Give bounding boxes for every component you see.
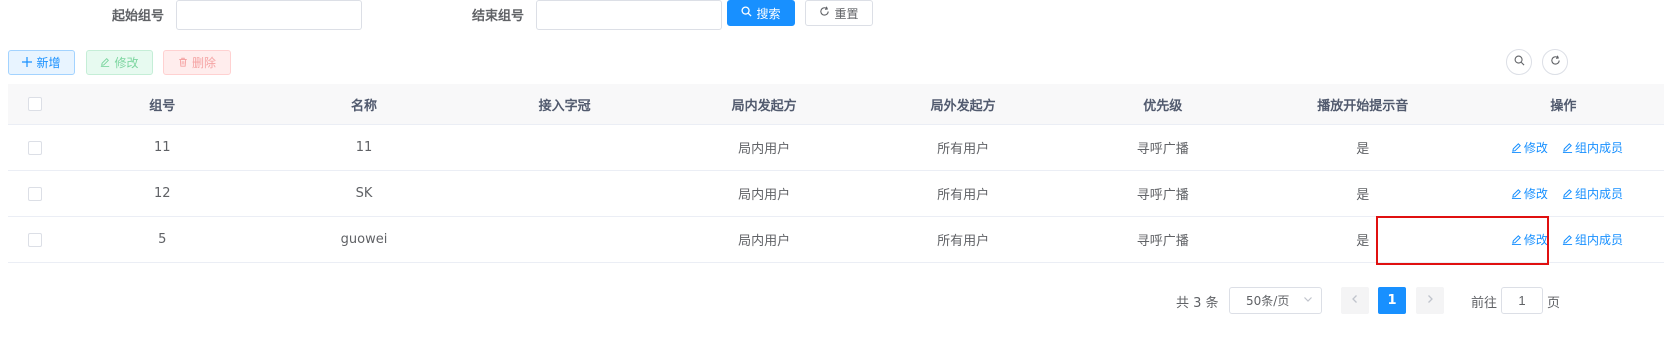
- row-checkbox[interactable]: [27, 232, 42, 247]
- cell-inside-initiator: 局内用户: [664, 216, 864, 263]
- page-number-current[interactable]: 1: [1378, 287, 1406, 314]
- start-group-input[interactable]: [176, 0, 362, 30]
- edit-icon: [1511, 142, 1521, 153]
- cell-group-number: 5: [61, 216, 264, 263]
- edit-icon: [1511, 188, 1521, 199]
- chevron-right-icon: [1425, 293, 1435, 308]
- row-members-label: 组内成员: [1574, 232, 1623, 247]
- delete-button[interactable]: 删除: [163, 50, 231, 75]
- toggle-search-button[interactable]: [1506, 49, 1532, 75]
- row-members-link[interactable]: 组内成员: [1562, 231, 1623, 248]
- reset-button-label: 重置: [834, 6, 859, 21]
- add-button[interactable]: 新增: [8, 50, 75, 75]
- row-checkbox[interactable]: [27, 140, 42, 155]
- reset-button[interactable]: 重置: [805, 0, 873, 26]
- row-members-label: 组内成员: [1574, 186, 1623, 201]
- pagination-total: 共 3 条: [1176, 296, 1219, 311]
- goto-prefix: 前往: [1471, 296, 1498, 311]
- search-button[interactable]: 搜索: [727, 0, 795, 26]
- table-row: 11 11 局内用户 所有用户 寻呼广播 是 修改 组内成员: [8, 124, 1664, 171]
- header-name: 名称: [263, 84, 465, 125]
- cell-name: SK: [263, 170, 465, 217]
- row-checkbox[interactable]: [27, 186, 42, 201]
- cell-inside-initiator: 局内用户: [664, 170, 864, 217]
- header-group-number: 组号: [61, 84, 264, 125]
- cell-name: guowei: [263, 216, 465, 263]
- end-group-label: 结束组号: [472, 9, 525, 24]
- cell-priority: 寻呼广播: [1062, 170, 1263, 217]
- header-priority: 优先级: [1062, 84, 1263, 125]
- highlight-box: [1376, 216, 1549, 265]
- chevron-down-icon: [1303, 293, 1313, 308]
- end-group-input[interactable]: [536, 0, 722, 30]
- cell-outside-initiator: 所有用户: [863, 216, 1063, 263]
- cell-start-tone: 是: [1262, 124, 1463, 171]
- edit-button[interactable]: 修改: [86, 50, 153, 75]
- goto-suffix: 页: [1547, 296, 1561, 311]
- table-header-row: 组号 名称 接入字冠 局内发起方 局外发起方 优先级 播放开始提示音 操作: [8, 84, 1664, 125]
- refresh-table-button[interactable]: [1542, 49, 1568, 75]
- cell-start-tone: 是: [1262, 170, 1463, 217]
- header-start-tone: 播放开始提示音: [1262, 84, 1463, 125]
- edit-icon: [100, 56, 110, 70]
- cell-group-number: 12: [61, 170, 264, 217]
- refresh-icon: [1550, 55, 1561, 70]
- cell-actions: 修改 组内成员: [1462, 124, 1664, 171]
- edit-icon: [1562, 234, 1573, 245]
- table-row: 12 SK 局内用户 所有用户 寻呼广播 是 修改 组内成员: [8, 170, 1664, 217]
- search-button-label: 搜索: [756, 6, 781, 21]
- cell-priority: 寻呼广播: [1062, 124, 1263, 171]
- cell-access-prefix: [464, 124, 665, 171]
- row-edit-link[interactable]: 修改: [1511, 185, 1548, 202]
- header-access-prefix: 接入字冠: [464, 84, 665, 125]
- page-size-value: 50条/页: [1246, 294, 1290, 308]
- chevron-left-icon: [1350, 293, 1360, 308]
- edit-icon: [1562, 188, 1573, 199]
- row-members-link[interactable]: 组内成员: [1562, 139, 1623, 156]
- edit-icon: [1562, 142, 1573, 153]
- page-size-select[interactable]: 50条/页: [1229, 287, 1322, 314]
- row-edit-label: 修改: [1523, 140, 1548, 155]
- row-members-link[interactable]: 组内成员: [1562, 185, 1623, 202]
- cell-outside-initiator: 所有用户: [863, 170, 1063, 217]
- next-page-button[interactable]: [1416, 287, 1444, 314]
- select-all-checkbox[interactable]: [27, 97, 42, 111]
- row-edit-link[interactable]: 修改: [1511, 139, 1548, 156]
- header-actions: 操作: [1462, 84, 1664, 125]
- select-all-cell[interactable]: [8, 84, 62, 125]
- cell-access-prefix: [464, 216, 665, 263]
- cell-name: 11: [263, 124, 465, 171]
- cell-access-prefix: [464, 170, 665, 217]
- goto-page-input[interactable]: [1501, 287, 1543, 314]
- trash-icon: [178, 56, 188, 70]
- row-edit-label: 修改: [1523, 186, 1548, 201]
- header-outside-initiator: 局外发起方: [863, 84, 1063, 125]
- search-icon: [741, 6, 753, 20]
- row-members-label: 组内成员: [1574, 140, 1623, 155]
- cell-actions: 修改 组内成员: [1462, 170, 1664, 217]
- search-icon: [1514, 55, 1525, 70]
- edit-button-label: 修改: [114, 56, 139, 70]
- plus-icon: [22, 56, 33, 70]
- start-group-label: 起始组号: [112, 9, 165, 24]
- delete-button-label: 删除: [191, 56, 216, 70]
- prev-page-button[interactable]: [1341, 287, 1369, 314]
- cell-priority: 寻呼广播: [1062, 216, 1263, 263]
- cell-group-number: 11: [61, 124, 264, 171]
- add-button-label: 新增: [36, 56, 61, 70]
- cell-inside-initiator: 局内用户: [664, 124, 864, 171]
- refresh-icon: [819, 6, 830, 20]
- header-inside-initiator: 局内发起方: [664, 84, 864, 125]
- cell-outside-initiator: 所有用户: [863, 124, 1063, 171]
